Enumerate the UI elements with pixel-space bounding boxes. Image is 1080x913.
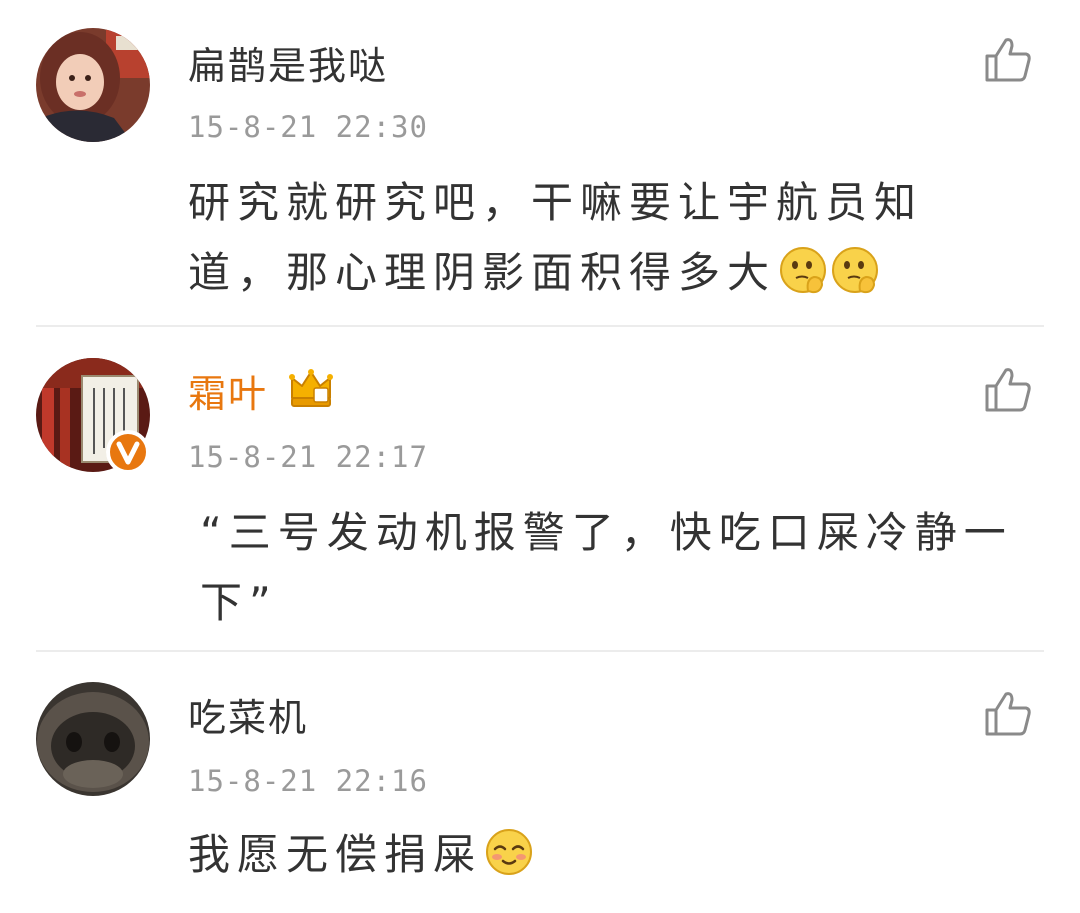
thumbs-up-icon[interactable] (984, 690, 1032, 736)
crown-icon (289, 369, 333, 407)
username[interactable]: 吃菜机 (188, 696, 308, 740)
username[interactable]: 扁鹊是我哒 (188, 44, 388, 88)
comment-text: 研究就研究吧，干嘛要让宇航员知道，那心理阴影面积得多大 (188, 168, 1008, 308)
comment-text: 我愿无偿捐屎 (188, 820, 1008, 890)
timestamp: 15-8-21 22:30 (188, 110, 428, 144)
thinking-emoji-icon (780, 247, 827, 294)
shy-smile-emoji-icon (486, 829, 533, 875)
avatar[interactable] (36, 682, 150, 796)
divider (36, 650, 1044, 652)
avatar[interactable] (36, 28, 150, 142)
comment-text-body: “三号发动机报警了，快吃口屎冷静一下” (200, 508, 1013, 627)
thinking-emoji-icon (832, 247, 879, 294)
divider (36, 325, 1044, 327)
thumbs-up-icon[interactable] (984, 36, 1032, 82)
timestamp: 15-8-21 22:17 (188, 440, 428, 474)
comment-text: “三号发动机报警了，快吃口屎冷静一下” (200, 498, 1020, 638)
comment-text-body: 我愿无偿捐屎 (188, 830, 483, 879)
thumbs-up-icon[interactable] (984, 366, 1032, 412)
verified-v-icon (106, 430, 150, 474)
username[interactable]: 霜叶 (188, 372, 268, 416)
timestamp: 15-8-21 22:16 (188, 764, 428, 798)
